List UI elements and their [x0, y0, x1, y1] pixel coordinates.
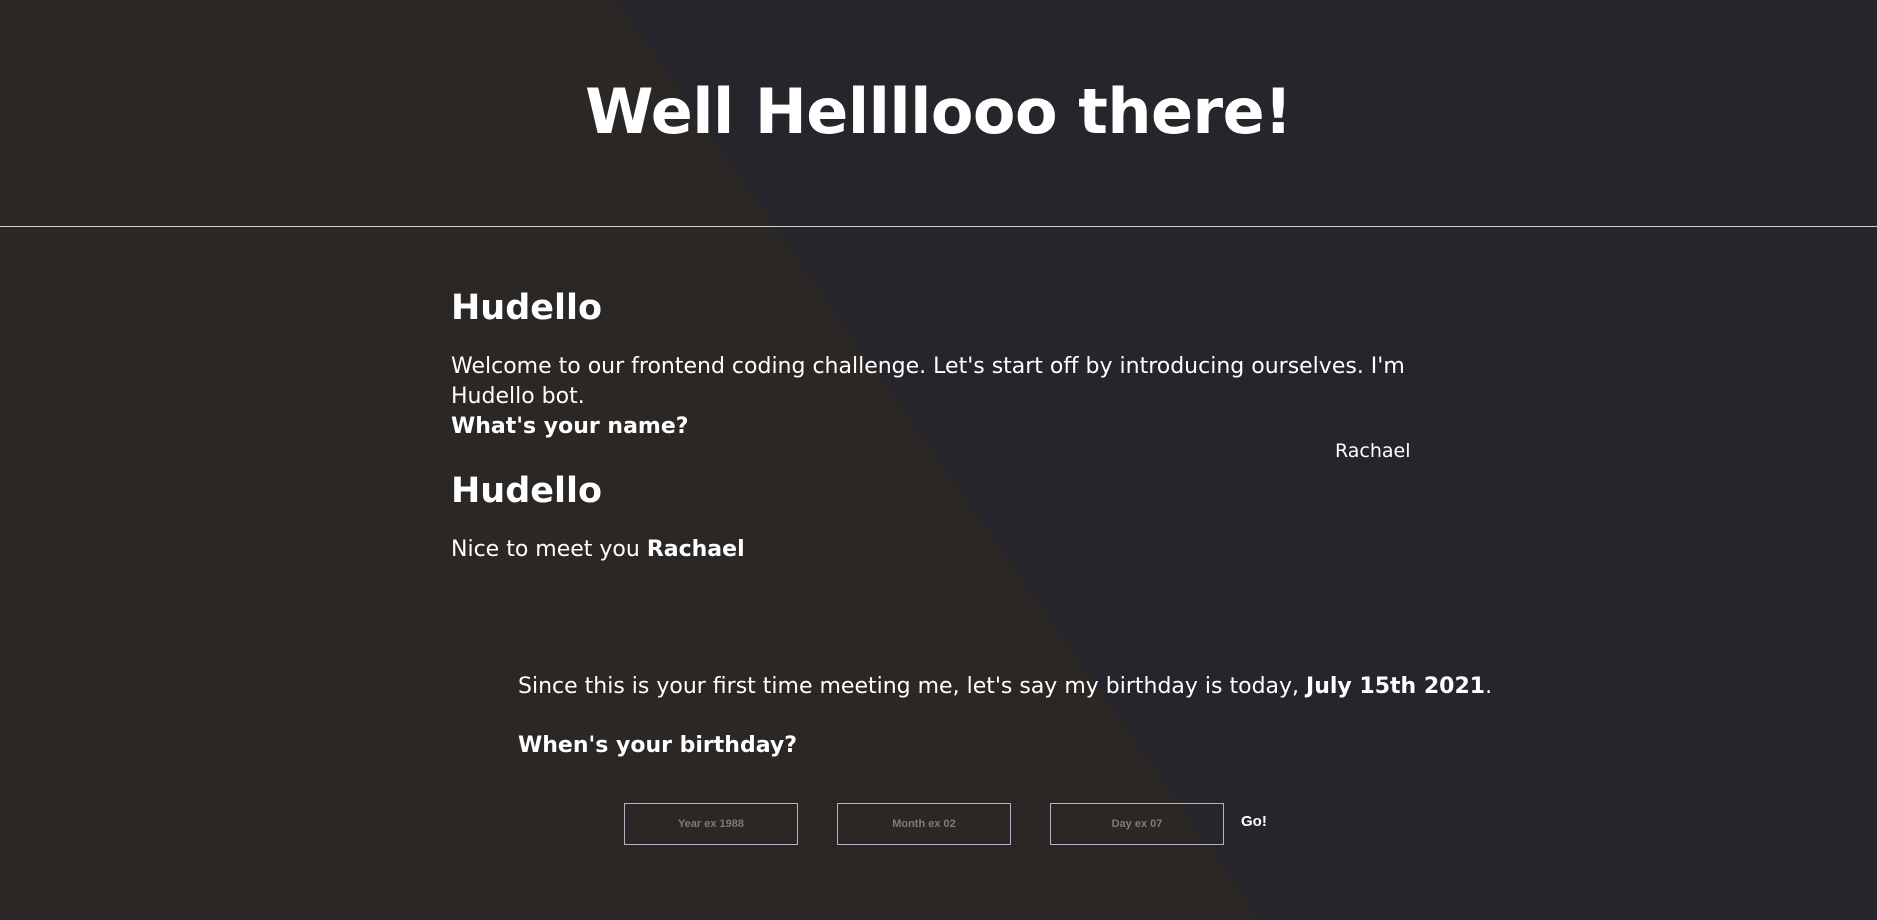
page-title: Well Hellllooo there! — [585, 75, 1292, 148]
day-input[interactable] — [1050, 803, 1224, 845]
greeting-prefix: Nice to meet you — [451, 537, 647, 562]
name-question: What's your name? — [451, 414, 689, 439]
bot-message-intro: Hudello Welcome to our frontend coding c… — [451, 283, 1451, 442]
birthday-prompt: Since this is your first time meeting me… — [518, 672, 1518, 761]
birthday-info: Since this is your first time meeting me… — [518, 672, 1518, 702]
month-input[interactable] — [837, 803, 1011, 845]
birthday-question: When's your birthday? — [518, 731, 1518, 761]
page-header: Well Hellllooo there! — [0, 0, 1877, 227]
birthday-text-prefix: Since this is your first time meeting me… — [518, 674, 1307, 699]
bot-name: Hudello — [451, 471, 603, 511]
go-button[interactable]: Go! — [1241, 813, 1267, 830]
intro-text: Welcome to our frontend coding challenge… — [451, 354, 1405, 409]
greeting-text: Nice to meet you Rachael — [451, 535, 745, 565]
year-input[interactable] — [624, 803, 798, 845]
birthday-question-text: When's your birthday? — [518, 733, 797, 758]
bot-birthday-date: July 15th 2021 — [1306, 674, 1486, 699]
birthday-text-suffix: . — [1485, 674, 1493, 699]
user-reply: Rachael — [1335, 440, 1411, 462]
bot-message-text: Welcome to our frontend coding challenge… — [451, 352, 1451, 442]
bot-message-greeting: Hudello Nice to meet you Rachael — [451, 466, 745, 565]
greeting-name: Rachael — [646, 537, 745, 562]
bot-name: Hudello — [451, 288, 603, 328]
